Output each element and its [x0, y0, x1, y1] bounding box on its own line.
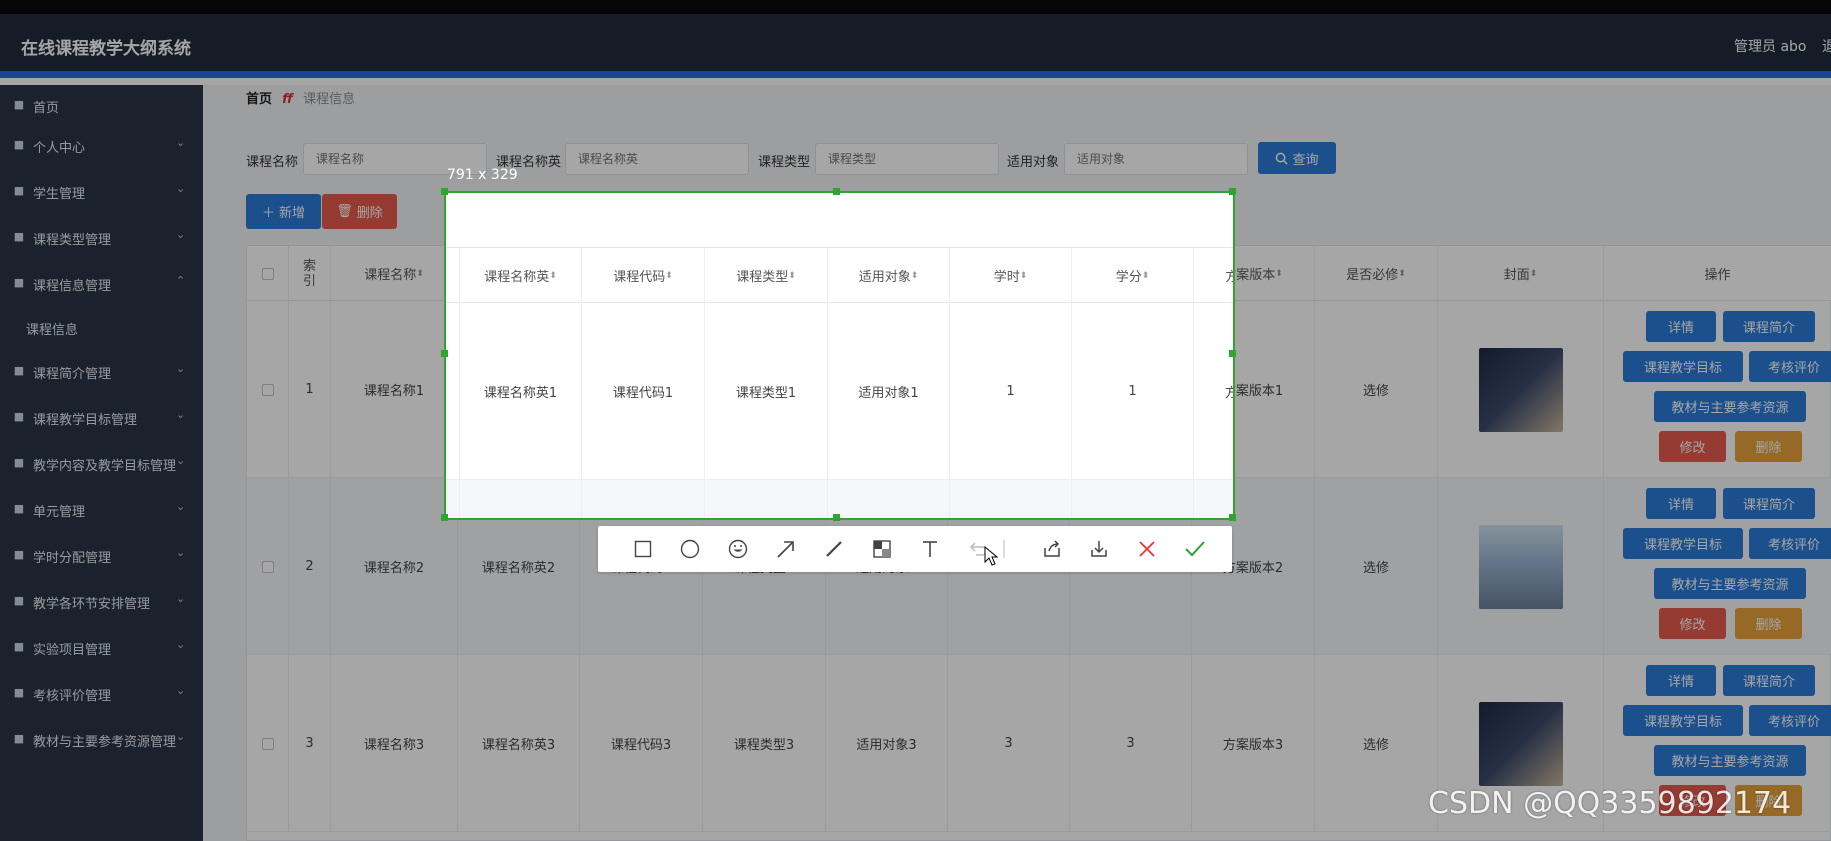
header-type[interactable]: 课程类型 ⬍: [705, 248, 828, 303]
header-label: 适用对象: [858, 270, 911, 285]
header-code[interactable]: 课程代码 ⬍: [582, 248, 705, 303]
text-tool-icon[interactable]: [918, 537, 942, 561]
header-credits[interactable]: 学分 ⬍: [1072, 248, 1194, 303]
cell-type: 课程类型2: [705, 480, 828, 518]
header-label: 学分: [1115, 270, 1142, 285]
confirm-capture-icon[interactable]: [1183, 537, 1207, 561]
cell-target: 适用对象1: [828, 303, 950, 480]
header-name[interactable]: 课程名称 ⬍: [446, 248, 460, 303]
cell-credits: 1: [1072, 303, 1194, 480]
capture-region[interactable]: 索引课程名称 ⬍课程名称英 ⬍课程代码 ⬍课程类型 ⬍适用对象 ⬍学时 ⬍学分 …: [444, 191, 1235, 520]
header-version[interactable]: 方案版本 ⬍: [1194, 248, 1233, 303]
cell-credits: 2: [1072, 480, 1194, 518]
table-header: 索引课程名称 ⬍课程名称英 ⬍课程代码 ⬍课程类型 ⬍适用对象 ⬍学时 ⬍学分 …: [446, 248, 1233, 303]
sort-icon[interactable]: ⬍: [549, 271, 557, 281]
header-name_en[interactable]: 课程名称英 ⬍: [460, 248, 582, 303]
cell-target: 适用对象2: [828, 480, 950, 518]
capture-resize-handle[interactable]: [1229, 188, 1236, 195]
cell-text: 课程类型1: [735, 386, 797, 401]
mouse-cursor-icon: [984, 545, 999, 570]
header-hours[interactable]: 学时 ⬍: [950, 248, 1072, 303]
rectangle-tool-icon[interactable]: [631, 537, 655, 561]
cell-code: 课程代码1: [582, 303, 705, 480]
cell-version: 方案版本1: [1194, 303, 1233, 480]
pen-tool-icon[interactable]: [822, 537, 846, 561]
sort-icon[interactable]: ⬍: [788, 271, 796, 281]
captured-table: 索引课程名称 ⬍课程名称英 ⬍课程代码 ⬍课程类型 ⬍适用对象 ⬍学时 ⬍学分 …: [446, 247, 1233, 518]
emoji-tool-icon[interactable]: [726, 537, 750, 561]
toolbar-divider: [1003, 540, 1005, 558]
cell-text: 1: [1128, 384, 1137, 399]
capture-toolbar: [598, 526, 1232, 572]
cell-hours: 2: [950, 480, 1072, 518]
cancel-capture-icon[interactable]: [1135, 537, 1159, 561]
capture-size-label: 791 x 329: [447, 167, 518, 183]
download-tool-icon[interactable]: [1087, 537, 1111, 561]
table-row: 1课程名称1课程名称英1课程代码1课程类型1适用对象111方案版本1选修详情课程…: [446, 303, 1233, 480]
sort-icon[interactable]: ⬍: [1020, 271, 1028, 281]
share-tool-icon[interactable]: [1040, 537, 1064, 561]
cell-name_en: 课程名称英2: [460, 480, 582, 518]
cell-text: 1: [1006, 384, 1015, 399]
sort-icon[interactable]: ⬍: [1142, 271, 1150, 281]
header-label: 课程类型: [736, 270, 789, 285]
capture-resize-handle[interactable]: [441, 514, 448, 521]
sort-icon[interactable]: ⬍: [665, 271, 673, 281]
cell-code: 课程代码2: [582, 480, 705, 518]
capture-resize-handle[interactable]: [1229, 514, 1236, 521]
arrow-tool-icon[interactable]: [774, 537, 798, 561]
capture-resize-handle[interactable]: [441, 188, 448, 195]
capture-resize-handle[interactable]: [441, 350, 448, 357]
capture-region-content: 索引课程名称 ⬍课程名称英 ⬍课程代码 ⬍课程类型 ⬍适用对象 ⬍学时 ⬍学分 …: [446, 193, 1233, 518]
sort-icon[interactable]: ⬍: [911, 271, 919, 281]
header-label: 方案版本: [1225, 266, 1233, 285]
mosaic-tool-icon[interactable]: [870, 537, 894, 561]
cell-text: 方案版本1: [1225, 382, 1233, 401]
watermark: CSDN @QQ3359892174: [1428, 786, 1792, 821]
cell-type: 课程类型1: [705, 303, 828, 480]
cell-text: 课程代码1: [612, 386, 674, 401]
header-label: 课程名称英: [484, 270, 550, 285]
cell-name_en: 课程名称英1: [460, 303, 582, 480]
capture-resize-handle[interactable]: [833, 514, 840, 521]
header-label: 学时: [993, 270, 1020, 285]
ellipse-tool-icon[interactable]: [678, 537, 702, 561]
cell-text: 适用对象1: [858, 386, 919, 401]
header-target[interactable]: 适用对象 ⬍: [828, 248, 950, 303]
header-label: 课程代码: [613, 270, 666, 285]
capture-resize-handle[interactable]: [1229, 350, 1236, 357]
capture-resize-handle[interactable]: [833, 188, 840, 195]
cell-hours: 1: [950, 303, 1072, 480]
cell-text: 课程名称英1: [483, 386, 558, 401]
cell-name: 课程名称1: [446, 303, 460, 480]
